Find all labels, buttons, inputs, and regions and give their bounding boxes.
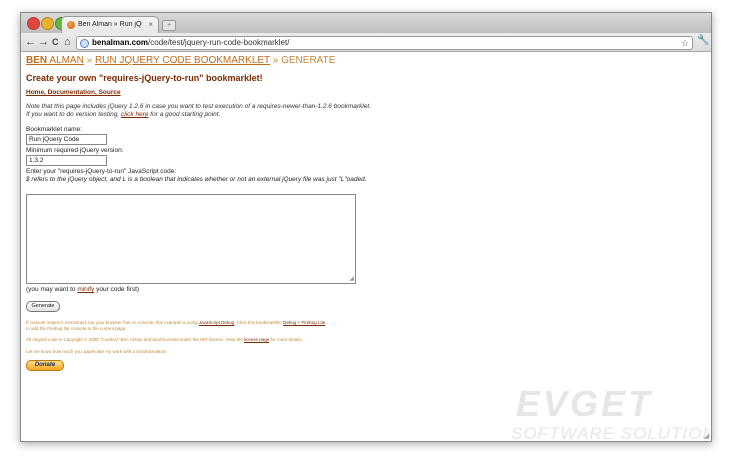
license-page-link[interactable]: license page xyxy=(244,337,269,342)
address-bar[interactable]: benalman.com/code/test/jquery-run-code-b… xyxy=(76,36,693,50)
console-footer: If console output is mentioned, but your… xyxy=(26,320,326,331)
watermark-software-solutions: SOFTWARE SOLUTIONS xyxy=(511,424,712,442)
jquery-version-input[interactable]: 1.3.2 xyxy=(26,155,107,166)
code-note: $ refers to the jQuery object, and L is … xyxy=(26,176,367,183)
minify-hint: (you may want to minify your code first) xyxy=(26,286,140,293)
tab-close-icon[interactable]: × xyxy=(148,20,153,29)
reload-icon[interactable]: C xyxy=(52,35,59,49)
jquery-version-label: Minimum required jQuery version: xyxy=(26,147,124,154)
title-bar: Ben Alman » Run jQuery Cod × + xyxy=(21,13,711,34)
minify-link[interactable]: minify xyxy=(77,286,94,293)
page-title: Create your own "requires-jQuery-to-run"… xyxy=(26,73,263,83)
breadcrumb-separator: » xyxy=(272,55,279,66)
jquery-note: Note that this page includes jQuery 1.2.… xyxy=(26,103,371,118)
home-icon[interactable]: ⌂ xyxy=(64,35,71,49)
breadcrumb-run-jquery-code[interactable]: RUN JQUERY CODE BOOKMARKLET xyxy=(95,55,270,66)
bookmark-star-icon[interactable]: ☆ xyxy=(681,37,689,49)
tab-ben-alman[interactable]: Ben Alman » Run jQuery Cod × xyxy=(61,16,159,34)
tab-title: Ben Alman » Run jQuery Cod xyxy=(78,21,142,28)
close-window-icon[interactable] xyxy=(27,17,40,30)
javascript-debug-link[interactable]: JavaScript Debug xyxy=(199,320,235,325)
bookmarklet-name-input[interactable]: Run jQuery Code xyxy=(26,134,107,145)
wrench-icon[interactable]: 🔧 xyxy=(697,35,709,46)
page-content: BEN ALMAN » RUN JQUERY CODE BOOKMARKLET … xyxy=(21,52,711,441)
bookmarklet-name-label: Bookmarklet name: xyxy=(26,126,82,133)
minimize-window-icon[interactable] xyxy=(41,17,54,30)
back-arrow-icon[interactable]: ← xyxy=(25,35,36,49)
breadcrumb-ben-alman[interactable]: BEN ALMAN xyxy=(26,55,84,66)
browser-toolbar: ← → C ⌂ benalman.com/code/test/jquery-ru… xyxy=(21,33,711,52)
breadcrumb: BEN ALMAN » RUN JQUERY CODE BOOKMARKLET … xyxy=(26,55,335,66)
code-textarea[interactable]: ◢ xyxy=(26,194,356,284)
code-label: Enter your "requires-jQuery-to-run" Java… xyxy=(26,168,177,175)
address-url: benalman.com/code/test/jquery-run-code-b… xyxy=(92,38,290,47)
resize-grip-icon[interactable]: ◢ xyxy=(349,275,354,282)
click-here-link[interactable]: click here xyxy=(121,111,148,118)
forward-arrow-icon[interactable]: → xyxy=(38,35,49,49)
window-resize-icon[interactable]: ◢ xyxy=(704,432,709,440)
generate-button[interactable]: Generate xyxy=(26,301,60,312)
breadcrumb-generate: GENERATE xyxy=(281,55,336,66)
breadcrumb-separator: » xyxy=(86,55,93,66)
globe-icon xyxy=(80,39,89,48)
new-tab-button[interactable]: + xyxy=(162,20,176,31)
browser-window: Ben Alman » Run jQuery Cod × + ← → C ⌂ b… xyxy=(20,12,712,442)
favicon-icon xyxy=(67,21,75,29)
home-documentation-link[interactable]: Home, Documentation, Source xyxy=(26,89,121,96)
watermark-evget: EVGET xyxy=(516,383,654,424)
debug-firebug-link[interactable]: Debug + Firebug Lite xyxy=(283,320,325,325)
donation-note: Let me know how much you appreciate my w… xyxy=(26,349,167,354)
donate-button[interactable]: Donate xyxy=(26,360,64,371)
copyright-footer: All original code is Copyright © 2009 "C… xyxy=(26,337,303,342)
